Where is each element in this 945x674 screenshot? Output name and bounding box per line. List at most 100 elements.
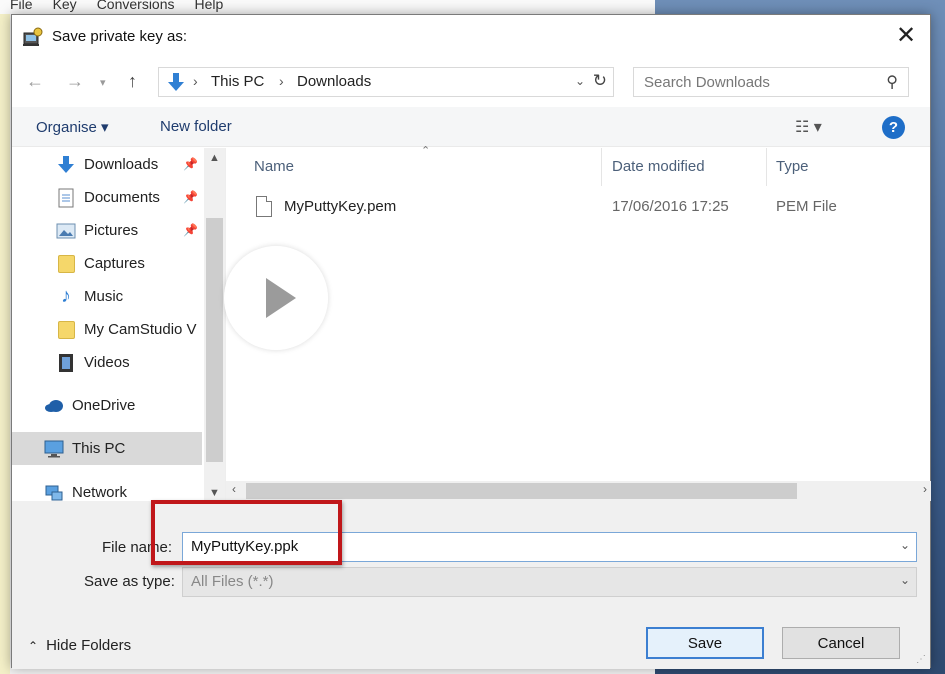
column-header-type[interactable]: Type	[776, 158, 809, 175]
sidebar-item-label: My CamStudio V	[84, 321, 197, 338]
menu-conversions[interactable]: Conversions	[97, 0, 175, 14]
sidebar-item-music[interactable]: ♪ Music	[12, 280, 202, 313]
refresh-icon[interactable]: ↻	[593, 71, 607, 91]
save-as-type-label: Save as type:	[84, 573, 175, 590]
hide-folders-button[interactable]: ⌃ Hide Folders	[28, 637, 131, 654]
sidebar-item-onedrive[interactable]: OneDrive	[12, 389, 202, 422]
network-icon	[44, 483, 64, 502]
play-icon[interactable]	[224, 246, 328, 350]
sidebar-item-downloads[interactable]: Downloads 📌	[12, 148, 202, 181]
search-input[interactable]: Search Downloads	[644, 74, 770, 91]
folder-icon	[56, 254, 76, 274]
up-arrow-icon[interactable]: ↑	[128, 71, 137, 92]
column-divider[interactable]	[601, 148, 602, 186]
dialog-titlebar: Save private key as: ✕	[12, 15, 930, 59]
sidebar-item-label: This PC	[72, 440, 126, 457]
dialog-title: Save private key as:	[52, 28, 188, 45]
sidebar-item-label: Documents	[84, 189, 160, 206]
search-icon[interactable]: ⚲	[886, 72, 898, 92]
navigation-scrollbar[interactable]: ▲ ▼	[204, 148, 225, 501]
pin-icon: 📌	[183, 223, 198, 237]
horizontal-scrollbar[interactable]: ‹ ›	[226, 481, 931, 501]
sidebar-item-label: OneDrive	[72, 397, 136, 414]
save-as-type-dropdown-icon[interactable]: ⌄	[900, 573, 910, 587]
computer-icon	[44, 439, 64, 459]
pin-icon: 📌	[183, 190, 198, 204]
sidebar-item-label: Downloads	[84, 156, 159, 173]
file-list: ⌃ Name Date modified Type MyPuttyKey.pem…	[225, 145, 931, 501]
sidebar-item-captures[interactable]: Captures	[12, 247, 202, 280]
scrollbar-thumb[interactable]	[206, 218, 223, 462]
sidebar-item-documents[interactable]: Documents 📌	[12, 181, 202, 214]
forward-arrow-icon[interactable]: →	[66, 71, 84, 92]
chevron-up-icon: ⌃	[28, 639, 39, 653]
download-arrow-icon	[56, 155, 76, 175]
search-box[interactable]: Search Downloads ⚲	[633, 67, 909, 97]
save-button[interactable]: Save	[646, 627, 764, 659]
menu-key[interactable]: Key	[53, 0, 77, 14]
recent-locations-chevron-icon[interactable]: ▾	[100, 76, 106, 89]
downloads-location-icon	[168, 73, 184, 91]
organise-button[interactable]: Organise ▾	[36, 118, 109, 136]
scroll-down-icon[interactable]: ▼	[209, 487, 220, 499]
sidebar-item-network[interactable]: Network	[12, 476, 202, 501]
menu-file[interactable]: File	[10, 0, 33, 14]
music-note-icon: ♪	[61, 285, 71, 307]
pin-icon: 📌	[183, 157, 198, 171]
sort-ascending-icon: ⌃	[421, 145, 431, 157]
parent-menubar: File Key Conversions Help	[0, 0, 655, 14]
column-divider[interactable]	[766, 148, 767, 186]
back-arrow-icon[interactable]: ←	[26, 71, 44, 92]
save-as-type-select[interactable]: All Files (*.*) ⌄	[182, 567, 917, 597]
sidebar-item-label: Captures	[84, 255, 145, 272]
command-toolbar: Organise ▾ New folder ☷ ▾ ?	[12, 107, 930, 147]
address-dropdown-icon[interactable]: ⌄	[575, 74, 585, 88]
scroll-left-icon[interactable]: ‹	[232, 482, 236, 496]
sidebar-item-label: Pictures	[84, 222, 139, 239]
breadcrumb-this-pc[interactable]: This PC	[211, 73, 264, 90]
sidebar-item-my-camstudio[interactable]: My CamStudio V	[12, 313, 202, 346]
sidebar-item-this-pc[interactable]: This PC	[12, 432, 202, 465]
annotation-highlight-box	[151, 500, 342, 565]
column-header-date-modified[interactable]: Date modified	[612, 158, 705, 175]
resize-grip-icon[interactable]: ⋰	[916, 654, 926, 665]
navigation-bar: ← → ▾ ↑ › This PC › Downloads ⌄ ↻ Search…	[12, 65, 930, 99]
hide-folders-label: Hide Folders	[46, 637, 132, 654]
folder-icon	[56, 320, 76, 340]
address-bar[interactable]: › This PC › Downloads ⌄ ↻	[158, 67, 614, 97]
help-icon[interactable]: ?	[882, 116, 905, 139]
breadcrumb-downloads[interactable]: Downloads	[297, 73, 371, 90]
scroll-up-icon[interactable]: ▲	[209, 152, 220, 164]
film-icon	[56, 353, 76, 373]
file-type: PEM File	[776, 198, 837, 215]
cancel-button[interactable]: Cancel	[782, 627, 900, 659]
file-icon	[256, 196, 272, 217]
view-options-icon[interactable]: ☷ ▾	[795, 117, 822, 137]
save-form: File name: ⌄ Save as type: All Files (*.…	[12, 501, 930, 669]
breadcrumb-separator-icon[interactable]: ›	[193, 73, 198, 89]
document-icon	[56, 188, 76, 208]
sidebar-item-label: Network	[72, 484, 128, 501]
file-name-dropdown-icon[interactable]: ⌄	[900, 538, 910, 552]
save-dialog: Save private key as: ✕ ← → ▾ ↑ › This PC…	[11, 14, 931, 669]
new-folder-button[interactable]: New folder	[160, 118, 232, 135]
save-as-type-value: All Files (*.*)	[191, 573, 274, 590]
sidebar-item-label: Music	[84, 288, 124, 305]
parent-window-edge	[0, 14, 10, 674]
column-header-name[interactable]: Name	[254, 158, 294, 175]
scrollbar-thumb[interactable]	[246, 483, 797, 499]
file-name: MyPuttyKey.pem	[284, 198, 397, 215]
scroll-right-icon[interactable]: ›	[923, 482, 927, 496]
putty-key-icon	[23, 27, 43, 46]
sidebar-item-label: Videos	[84, 354, 130, 371]
sidebar-item-pictures[interactable]: Pictures 📌	[12, 214, 202, 247]
file-date-modified: 17/06/2016 17:25	[612, 198, 729, 215]
close-button[interactable]: ✕	[892, 23, 920, 51]
breadcrumb-separator-icon[interactable]: ›	[279, 73, 284, 89]
sidebar-item-videos[interactable]: Videos	[12, 346, 202, 379]
cloud-icon	[44, 396, 64, 416]
file-row[interactable]: MyPuttyKey.pem 17/06/2016 17:25 PEM File	[254, 196, 894, 222]
menu-help[interactable]: Help	[195, 0, 224, 14]
navigation-pane: Downloads 📌 Documents 📌 Pictures 📌 Captu…	[12, 148, 225, 501]
pictures-icon	[56, 221, 76, 241]
